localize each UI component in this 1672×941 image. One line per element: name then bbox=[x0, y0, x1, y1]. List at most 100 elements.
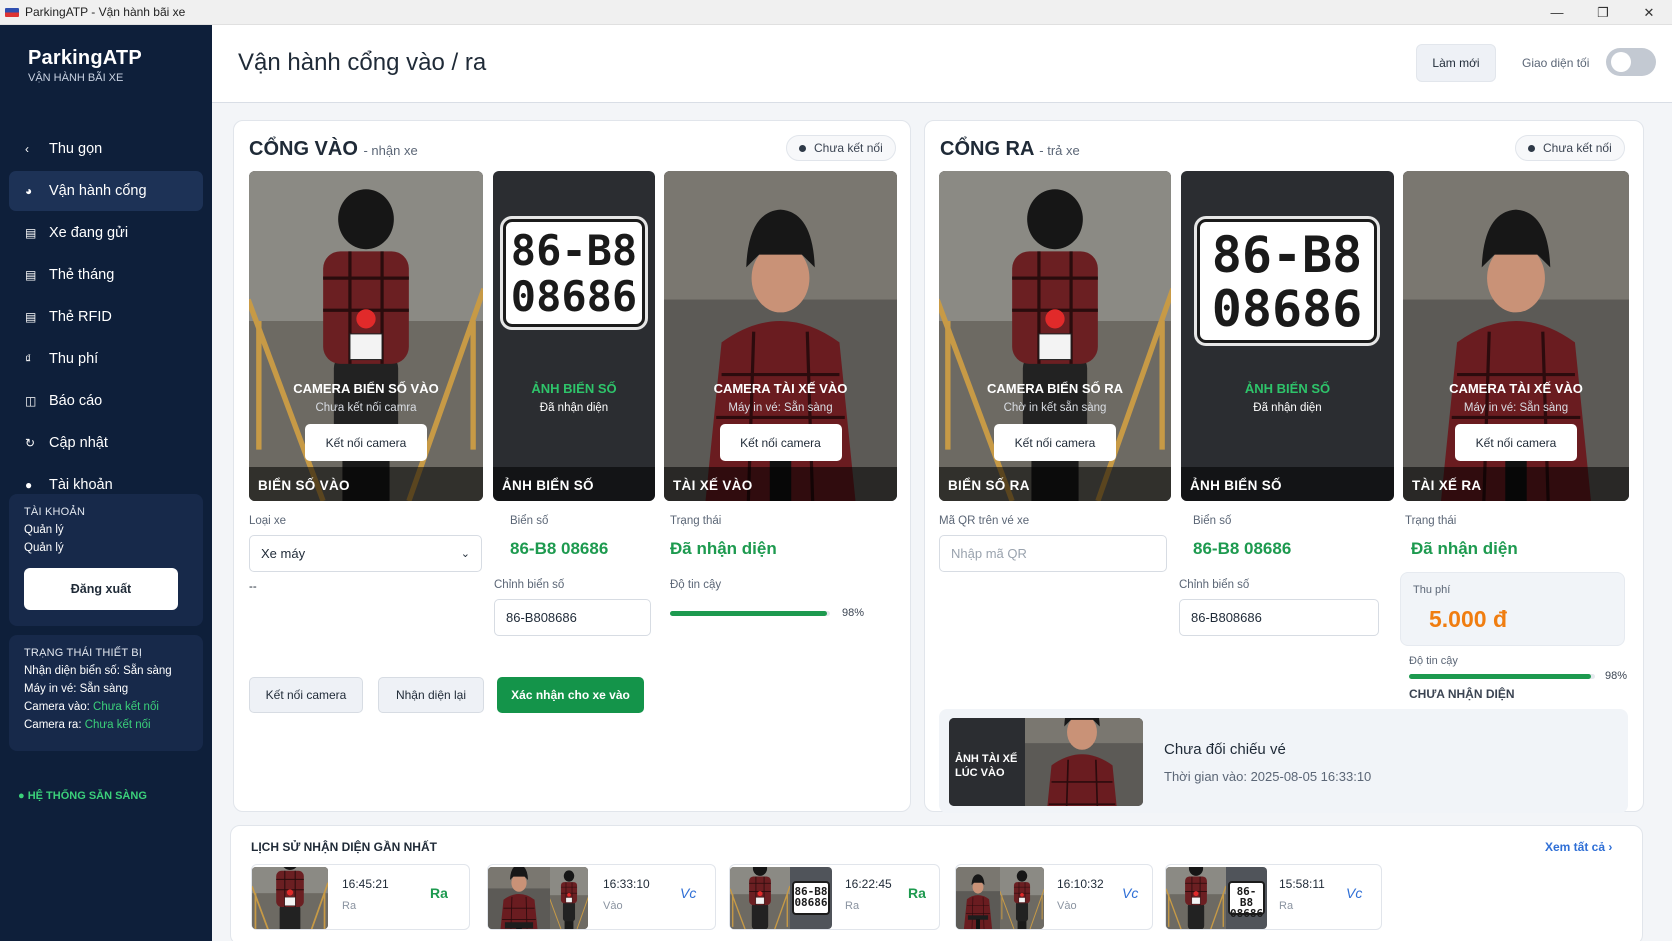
confidence-bar bbox=[670, 611, 830, 616]
dark-mode-toggle[interactable] bbox=[1606, 48, 1656, 76]
history-time: 16:45:21 bbox=[342, 877, 389, 891]
fee-value: 5.000 đ bbox=[1429, 606, 1507, 632]
confirm-entry-button[interactable]: Xác nhận cho xe vào bbox=[497, 677, 644, 713]
ticket-printer-status: Máy in vé: Sẵn sàng bbox=[24, 683, 129, 695]
plate-edit-input[interactable]: 86-B808686 bbox=[494, 599, 651, 636]
plate-recognition-status: Nhận diện biển số: Sẵn sàng bbox=[24, 665, 172, 677]
camera-label: TÀI XẾ VÀO bbox=[673, 478, 753, 493]
confidence-bar-fill bbox=[670, 611, 827, 616]
dark-mode-label: Giao diện tối bbox=[1522, 56, 1590, 70]
rear-thumbnail-image bbox=[1000, 867, 1044, 929]
license-plate-image: 86-B8 08686 bbox=[503, 219, 645, 327]
history-item[interactable]: 16:45:21 Ra Ra bbox=[251, 864, 470, 930]
report-icon: ◫ bbox=[25, 394, 37, 408]
page-title: Vận hành cổng vào / ra bbox=[238, 49, 487, 76]
logout-button[interactable]: Đăng xuất bbox=[24, 568, 178, 610]
confidence-label: Độ tin cậy bbox=[1409, 655, 1458, 667]
gate-out-status-text: Chưa kết nối bbox=[1543, 141, 1612, 155]
sidebar-item-monthly-card[interactable]: ▤ Thẻ tháng bbox=[9, 255, 203, 295]
connect-camera-button[interactable]: Kết nối camera bbox=[1455, 424, 1577, 461]
minimize-icon[interactable]: — bbox=[1534, 0, 1580, 25]
camera-driver-in-overlay: CAMERA TÀI XẾ VÀO Máy in vé: Sẵn sàng Kế… bbox=[664, 381, 897, 461]
camera-subtitle: Máy in vé: Sẵn sàng bbox=[728, 402, 833, 414]
gate-in-panel: CỔNG VÀO - nhận xe Chưa kết nối CAMERA B… bbox=[233, 120, 911, 812]
history-item[interactable]: 86-B8 08686 15:58:11 Ra Vc bbox=[1165, 864, 1382, 930]
gate-out-panel: CỔNG RA - trả xe Chưa kết nối CAMERA BIỂ… bbox=[924, 120, 1644, 813]
history-thumbnail bbox=[252, 867, 328, 929]
plate-edit-input[interactable]: 86-B808686 bbox=[1179, 599, 1379, 636]
plate-value: 86-B8 08686 bbox=[510, 539, 609, 558]
camera-subtitle: Đã nhận diện bbox=[539, 402, 609, 414]
sidebar-item-rfid-card[interactable]: ▤ Thẻ RFID bbox=[9, 297, 203, 337]
plate-line-2: 08686 bbox=[1211, 280, 1363, 338]
history-item[interactable]: 16:10:32 Vào Vc bbox=[955, 864, 1153, 930]
close-icon[interactable]: ✕ bbox=[1626, 0, 1672, 25]
brand: ParkingATP VẬN HÀNH BÃI XE bbox=[28, 47, 142, 84]
refresh-button[interactable]: Làm mới bbox=[1416, 44, 1496, 82]
sidebar-item-gate-operation[interactable]: ◕ Vận hành cổng bbox=[9, 171, 203, 211]
sidebar-item-update[interactable]: ↻ Cập nhật bbox=[9, 423, 203, 463]
history-direction: Ra bbox=[845, 900, 860, 912]
camera-label: ẢNH BIỂN SỐ bbox=[1190, 478, 1282, 493]
connect-camera-button[interactable]: Kết nối camera bbox=[994, 424, 1116, 461]
history-item[interactable]: 16:33:10 Vào Vc bbox=[487, 864, 716, 930]
sidebar-item-parked-vehicles[interactable]: ▤ Xe đang gửi bbox=[9, 213, 203, 253]
sidebar-item-label: Thu gọn bbox=[49, 141, 103, 157]
history-thumbnail: 86-B8 08686 bbox=[1166, 867, 1267, 929]
status-label: Trạng thái bbox=[1405, 515, 1457, 527]
system-ready-status: ● HỆ THỐNG SẴN SÀNG bbox=[18, 790, 147, 802]
history-time: 16:33:10 bbox=[603, 877, 650, 891]
rear-thumbnail-image bbox=[730, 867, 790, 929]
camera-driver-in: CAMERA TÀI XẾ VÀO Máy in vé: Sẵn sàng Kế… bbox=[664, 171, 897, 501]
sidebar-item-label: Báo cáo bbox=[49, 393, 103, 409]
qr-input[interactable]: Nhập mã QR bbox=[939, 535, 1167, 572]
view-all-link[interactable]: Xem tất cả › bbox=[1545, 840, 1612, 854]
plate-edit-label: Chỉnh biển số bbox=[1179, 579, 1250, 591]
entry-photo-label: ẢNH TÀI XẾ LÚC VÀO bbox=[955, 753, 1018, 780]
chevron-left-icon: ‹ bbox=[25, 142, 29, 156]
history-item[interactable]: 86-B8 08686 16:22:45 Ra Ra bbox=[729, 864, 940, 930]
plate-thumbnail: 86-B8 08686 bbox=[1228, 881, 1265, 919]
gate-in-status-text: Chưa kết nối bbox=[814, 141, 883, 155]
plate-edit-label: Chỉnh biển số bbox=[494, 579, 565, 591]
camera-plate-out-overlay: CAMERA BIỂN SỐ RA Chờ in kết sẵn sàng Kế… bbox=[939, 381, 1171, 461]
camera-subtitle: Chưa kết nối camra bbox=[315, 402, 417, 414]
connect-camera-button[interactable]: Kết nối camera bbox=[305, 424, 427, 461]
vehicle-type-select[interactable]: Xe máy ⌄ bbox=[249, 535, 482, 572]
re-recognize-button[interactable]: Nhận diện lại bbox=[378, 677, 484, 713]
maximize-icon[interactable]: ❐ bbox=[1580, 0, 1626, 25]
camera-title: CAMERA TÀI XẾ VÀO bbox=[713, 381, 848, 396]
camera-label: BIỂN SỐ VÀO bbox=[258, 478, 350, 493]
history-tag: Ra bbox=[908, 885, 926, 901]
sidebar-item-reports[interactable]: ◫ Báo cáo bbox=[9, 381, 203, 421]
chevron-down-icon: ⌄ bbox=[460, 548, 470, 560]
confidence-bar-fill bbox=[1409, 674, 1592, 679]
camera-in-status: Camera vào: Chưa kết nối bbox=[24, 701, 159, 713]
camera-title: CAMERA TÀI XẾ VÀO bbox=[1449, 381, 1583, 396]
history-direction: Vào bbox=[603, 900, 623, 912]
sidebar: ParkingATP VẬN HÀNH BÃI XE ‹ Thu gọn ◕ Vận… bbox=[0, 25, 212, 941]
gate-out-title: CỔNG RA - trả xe bbox=[940, 138, 1080, 161]
connect-camera-button[interactable]: Kết nối camera bbox=[719, 424, 842, 461]
sidebar-item-label: Tài khoản bbox=[49, 477, 113, 493]
device-status-box: TRẠNG THÁI THIẾT BỊ Nhận diện biển số: S… bbox=[9, 635, 203, 751]
sidebar-item-fees[interactable]: ₫ Thu phí bbox=[9, 339, 203, 379]
plate-value: 86-B8 08686 bbox=[1193, 539, 1292, 558]
history-thumbnail bbox=[956, 867, 1044, 929]
sidebar-item-collapse[interactable]: ‹ Thu gọn bbox=[9, 129, 203, 169]
gate-in-connection-status: Chưa kết nối bbox=[786, 135, 896, 161]
gate-in-title-text: CỔNG VÀO bbox=[249, 138, 358, 160]
status-dot-icon bbox=[1528, 144, 1535, 152]
gate-out-connection-status: Chưa kết nối bbox=[1515, 135, 1625, 161]
camera-title: CAMERA BIỂN SỐ RA bbox=[986, 381, 1124, 396]
plate-snapshot-out: 86-B8 08686 ẢNH BIỂN SỐ Đã nhận diện ẢNH… bbox=[1181, 171, 1394, 501]
history-tag: Vc bbox=[1346, 885, 1363, 901]
fee-label: Thu phí bbox=[1413, 584, 1451, 596]
connect-camera-button[interactable]: Kết nối camera bbox=[249, 677, 363, 713]
history-time: 15:58:11 bbox=[1279, 877, 1325, 891]
driver-thumbnail-image bbox=[956, 867, 1000, 929]
entry-driver-photo: ẢNH TÀI XẾ LÚC VÀO bbox=[949, 718, 1143, 806]
status-dot-icon bbox=[799, 144, 806, 152]
app-icon bbox=[5, 7, 19, 17]
plate-label: Biển số bbox=[510, 515, 549, 527]
